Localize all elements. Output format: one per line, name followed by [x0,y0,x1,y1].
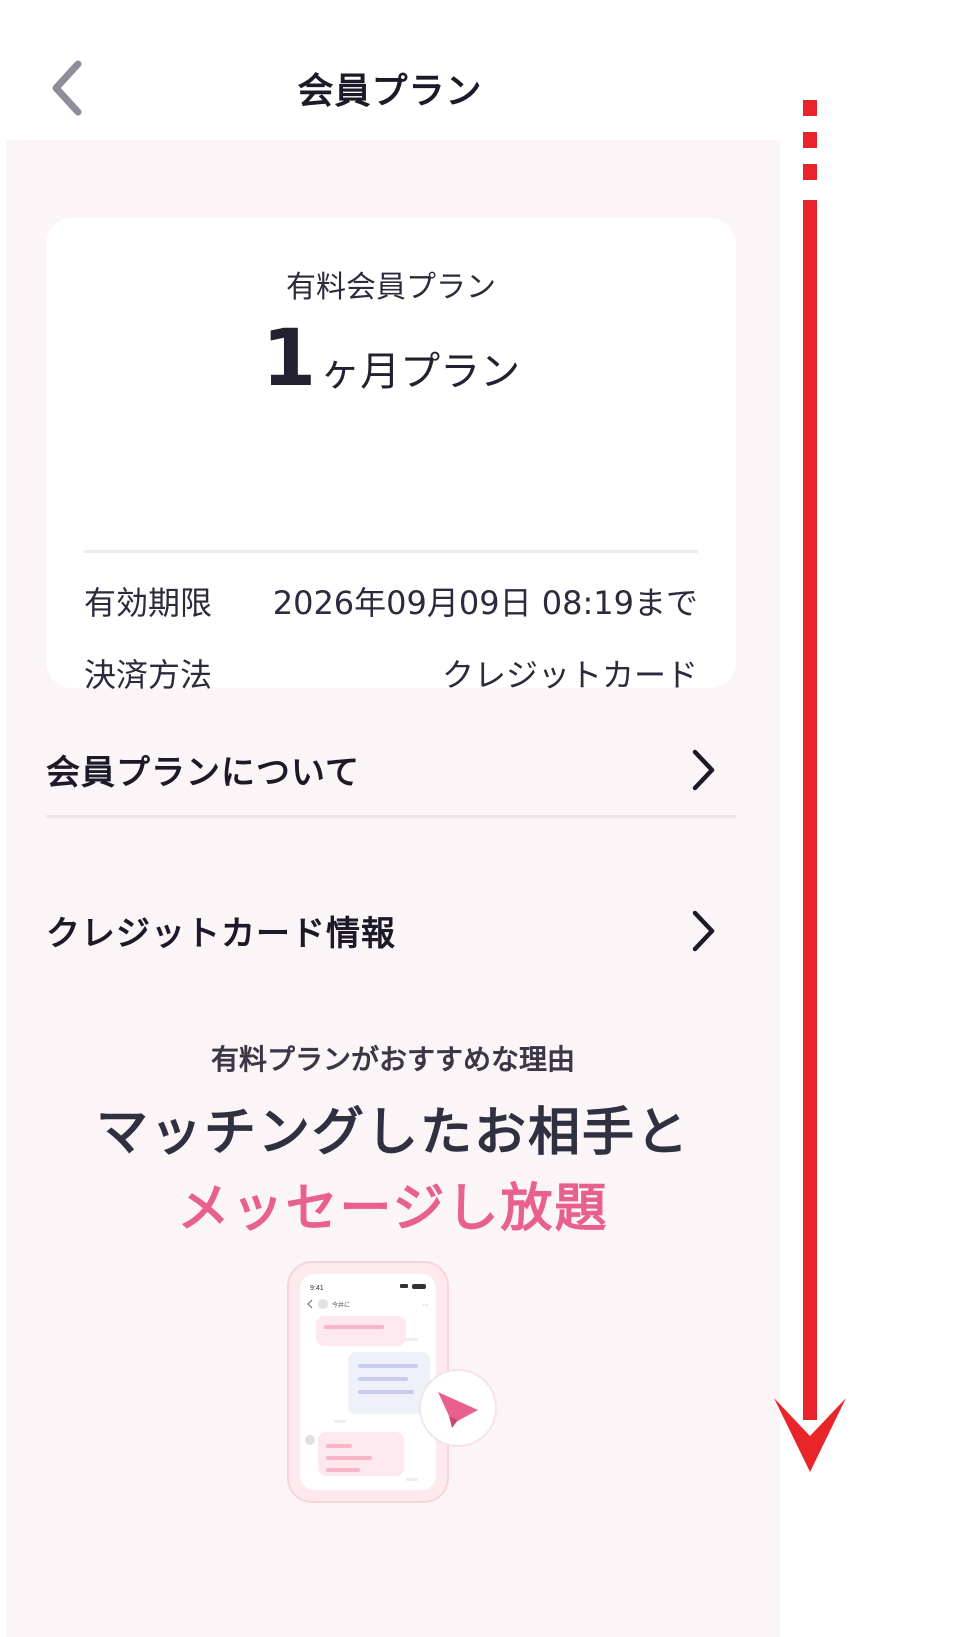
payment-method-label: 決済方法 [84,656,213,694]
app-screen: 会員プラン 有料会員プラン 1 ヶ月プラン 有効期限 2026年09月09日 08… [0,0,780,1637]
menu-item-about-plan[interactable]: 会員プランについて [46,715,736,825]
expiry-value: 2026年09月09日 08:19まで [272,584,698,622]
card-divider [84,550,698,553]
expiry-label: 有効期限 [84,584,213,622]
illustration-status-time: 9:41 [310,1285,324,1292]
menu-item-label: 会員プランについて [46,753,360,793]
menu-item-credit-card[interactable]: クレジットカード情報 [46,876,736,986]
expiry-row: 有効期限 2026年09月09日 08:19まで [84,578,698,624]
payment-method-row: 決済方法 クレジットカード [84,650,698,696]
reason-title-line1: マッチングしたお相手と [95,1103,690,1163]
navigation-bar: 会員プラン [0,0,780,140]
payment-method-value: クレジットカード [441,656,698,694]
page-title: 会員プラン [297,71,483,112]
reason-subtitle: 有料プランがおすすめな理由 [210,1043,575,1076]
chat-illustration: 9:41 今井に ⋯ [287,1261,497,1503]
main-content: 有料会員プラン 1 ヶ月プラン 有効期限 2026年09月09日 08:19まで … [6,140,780,1637]
menu-item-label: クレジットカード情報 [46,914,396,954]
scroll-down-arrow-icon [774,100,846,1472]
chevron-right-icon [692,749,715,791]
chevron-right-icon [692,910,715,952]
plan-card: 有料会員プラン 1 ヶ月プラン 有効期限 2026年09月09日 08:19まで … [46,218,736,694]
plan-duration-unit: ヶ月プラン [320,349,521,395]
plan-duration-number: 1 [261,314,317,404]
plan-name: 1 ヶ月プラン [46,314,736,404]
illustration-chat-partner: 今井に [332,1301,350,1309]
menu-divider [46,815,736,818]
plan-type-label: 有料会員プラン [286,270,496,305]
reason-title-line2: メッセージし放題 [177,1179,609,1239]
svg-text:⋯: ⋯ [422,1301,429,1309]
paper-plane-icon [419,1369,497,1447]
